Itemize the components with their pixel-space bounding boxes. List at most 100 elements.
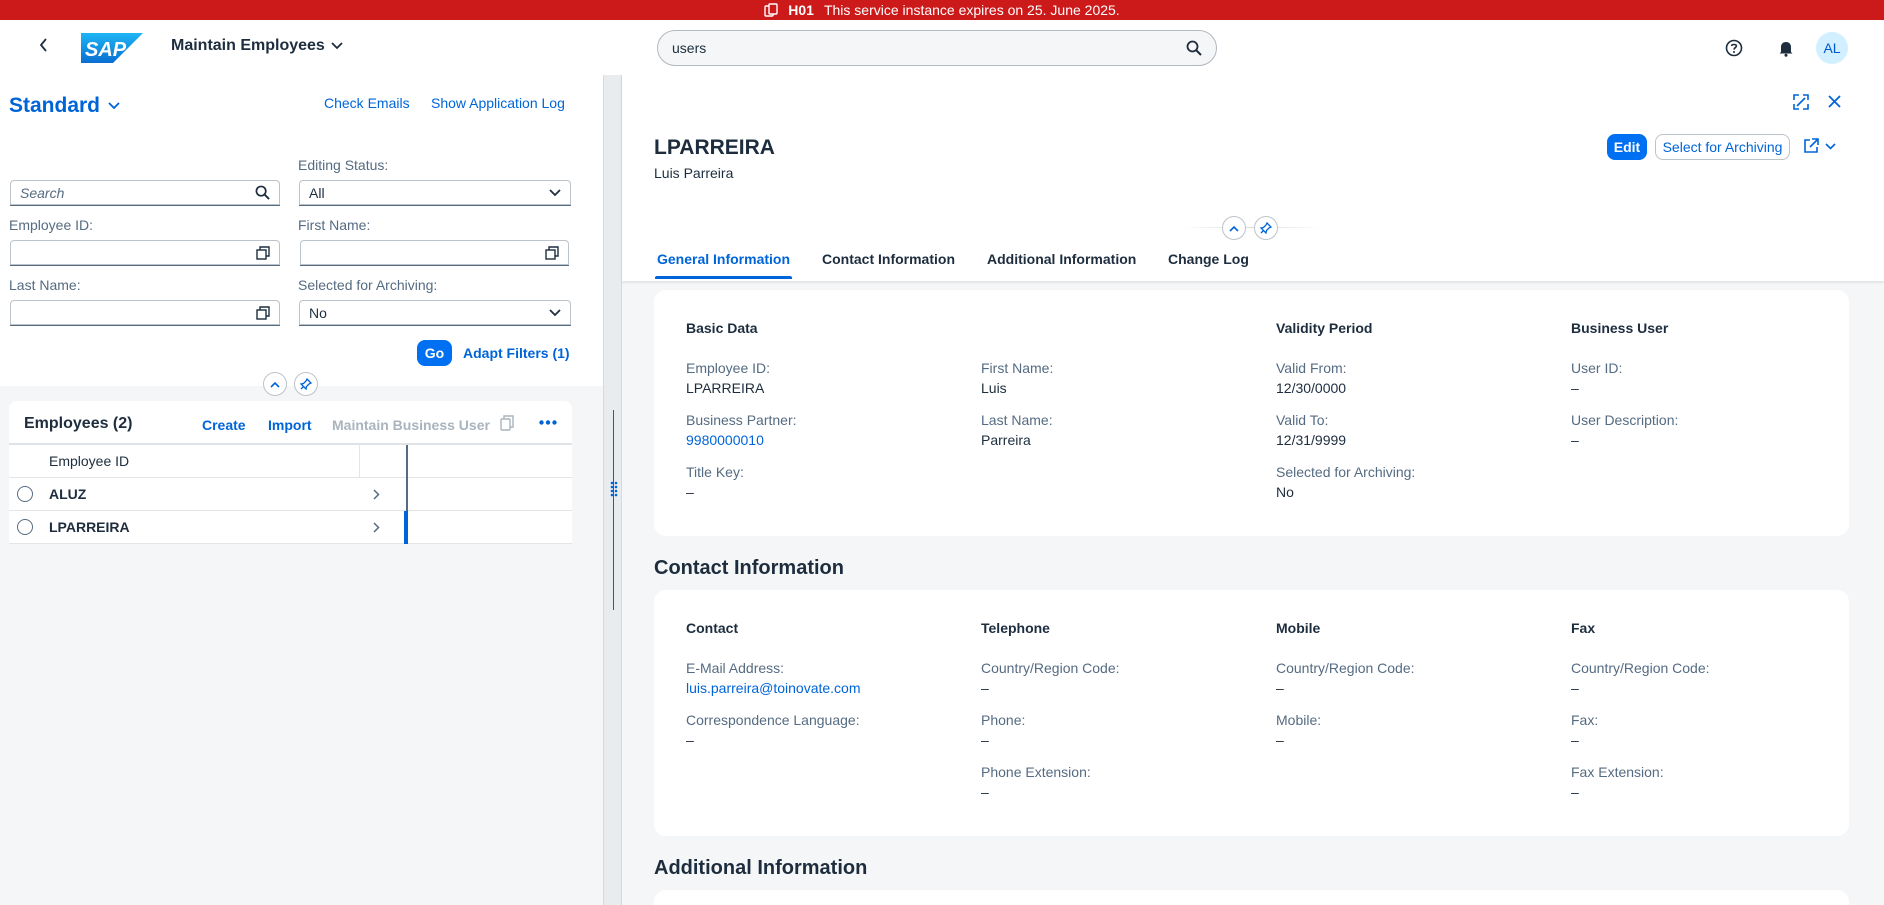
app-title-menu[interactable]: Maintain Employees — [171, 37, 343, 55]
validity-period-heading: Validity Period — [1276, 320, 1373, 336]
more-icon[interactable] — [539, 420, 557, 425]
phone-extension-value: – — [981, 784, 989, 800]
pin-icon — [300, 378, 312, 390]
tab-change-log[interactable]: Change Log — [1168, 251, 1249, 267]
table-title: Employees (2) — [24, 415, 133, 432]
user-id-value: – — [1571, 380, 1579, 396]
app-title: Maintain Employees — [171, 37, 325, 54]
last-name-label: Last Name: — [981, 412, 1053, 428]
pin-icon — [1260, 222, 1272, 234]
value-help-icon[interactable] — [545, 245, 559, 260]
search-input[interactable] — [672, 40, 1186, 56]
tel-country-value: – — [981, 680, 989, 696]
telephone-heading: Telephone — [981, 620, 1050, 636]
filter-search-field[interactable]: Search — [10, 180, 280, 206]
fax-heading: Fax — [1571, 620, 1596, 636]
employee-id-value: LPARREIRA — [686, 380, 765, 396]
contact-information-heading: Contact Information — [654, 557, 844, 579]
tel-country-label: Country/Region Code: — [981, 660, 1120, 676]
table-row[interactable]: LPARREIRA — [9, 511, 572, 544]
business-partner-link[interactable]: 9980000010 — [686, 432, 764, 448]
value-help-icon[interactable] — [256, 245, 270, 260]
import-button[interactable]: Import — [268, 417, 312, 433]
chevron-right-icon — [373, 521, 380, 533]
check-emails-button[interactable]: Check Emails — [324, 95, 410, 111]
row-employee-id: ALUZ — [49, 486, 87, 502]
create-button[interactable]: Create — [202, 417, 246, 433]
chevron-down-icon — [331, 42, 343, 50]
copy-icon — [764, 3, 778, 17]
contact-heading: Contact — [686, 620, 739, 636]
close-icon[interactable] — [1828, 95, 1841, 108]
variant-selector[interactable]: Standard — [9, 94, 120, 118]
phone-label: Phone: — [981, 712, 1026, 728]
tab-indicator — [655, 276, 792, 279]
pin-header-button[interactable] — [1254, 216, 1278, 240]
fax-label: Fax: — [1571, 712, 1599, 728]
help-icon[interactable] — [1725, 39, 1743, 57]
contact-information-card: Contact Telephone Mobile Fax E-Mail Addr… — [654, 590, 1849, 836]
mobile-heading: Mobile — [1276, 620, 1321, 636]
system-id: H01 — [788, 2, 814, 18]
chevron-down-icon — [108, 102, 120, 110]
valid-to-value: 12/31/9999 — [1276, 432, 1347, 448]
last-name-value: Parreira — [981, 432, 1031, 448]
chevron-down-icon — [549, 308, 561, 317]
user-avatar[interactable]: AL — [1816, 32, 1848, 64]
employee-id-field[interactable] — [10, 240, 280, 266]
row-select-radio[interactable] — [17, 519, 33, 535]
value-help-icon[interactable] — [256, 305, 270, 320]
svg-text:SAP: SAP — [85, 39, 127, 61]
employee-id-label: Employee ID: — [686, 360, 771, 376]
go-button[interactable]: Go — [417, 340, 452, 366]
user-description-label: User Description: — [1571, 412, 1679, 428]
row-employee-id: LPARREIRA — [49, 519, 130, 535]
grip-icon[interactable] — [610, 481, 618, 497]
object-subtitle: Luis Parreira — [654, 165, 734, 181]
tab-general-information[interactable]: General Information — [657, 251, 790, 267]
first-name-value: Luis — [981, 380, 1007, 396]
first-name-label: First Name: — [981, 360, 1054, 376]
collapse-header-button[interactable] — [263, 372, 287, 396]
title-key-value: – — [686, 484, 694, 500]
share-menu-button[interactable] — [1803, 138, 1836, 154]
search-icon[interactable] — [1186, 40, 1202, 56]
editing-status-value: All — [309, 184, 325, 201]
pin-header-button[interactable] — [294, 372, 318, 396]
chevron-down-icon — [549, 188, 561, 197]
employees-table: Employees (2) Create Import Maintain Bus… — [9, 401, 572, 544]
variant-name: Standard — [9, 94, 101, 117]
select-for-archiving-button[interactable]: Select for Archiving — [1655, 134, 1790, 160]
editing-status-label: Editing Status: — [298, 157, 389, 173]
tab-additional-information[interactable]: Additional Information — [987, 251, 1136, 267]
last-name-field[interactable] — [10, 300, 280, 326]
archiving-select[interactable]: No — [299, 300, 571, 326]
fullscreen-icon[interactable] — [1793, 94, 1809, 110]
sap-logo[interactable]: SAP — [81, 33, 143, 63]
business-user-heading: Business User — [1571, 320, 1669, 336]
table-row[interactable]: ALUZ — [9, 478, 572, 511]
mobile-country-label: Country/Region Code: — [1276, 660, 1415, 676]
editing-status-select[interactable]: All — [299, 180, 571, 206]
additional-information-card — [654, 890, 1849, 905]
adapt-filters-button[interactable]: Adapt Filters (1) — [463, 345, 570, 361]
business-partner-label: Business Partner: — [686, 412, 797, 428]
fax-extension-label: Fax Extension: — [1571, 764, 1664, 780]
row-select-radio[interactable] — [17, 486, 33, 502]
shell-search[interactable] — [657, 30, 1217, 66]
email-link[interactable]: luis.parreira@toinovate.com — [686, 680, 861, 696]
chevron-up-icon — [1229, 225, 1239, 232]
edit-button[interactable]: Edit — [1607, 134, 1647, 160]
archiving-value: No — [309, 304, 327, 321]
pane-splitter[interactable] — [603, 75, 622, 905]
show-application-log-button[interactable]: Show Application Log — [431, 95, 565, 111]
collapse-header-button[interactable] — [1222, 216, 1246, 240]
column-employee-id[interactable]: Employee ID — [49, 453, 359, 469]
bell-icon[interactable] — [1777, 39, 1795, 57]
tab-contact-information[interactable]: Contact Information — [822, 251, 955, 267]
copy-icon[interactable] — [500, 415, 514, 431]
back-icon[interactable] — [38, 37, 50, 53]
search-icon[interactable] — [255, 185, 270, 200]
first-name-field[interactable] — [300, 240, 569, 266]
maintain-business-user-button[interactable]: Maintain Business User — [332, 417, 490, 433]
